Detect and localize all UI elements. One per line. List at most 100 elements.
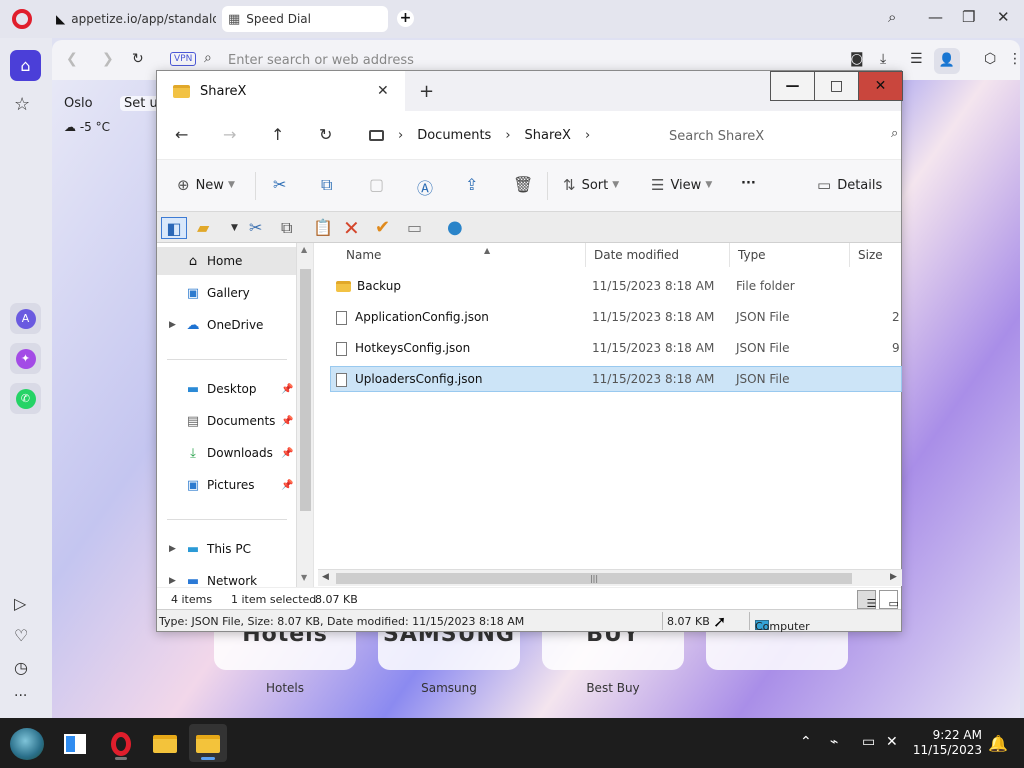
pin-icon[interactable]: 📌 [281,448,293,459]
download-icon[interactable]: ⤓ [880,51,886,67]
more-options-button[interactable]: ··· [741,176,756,191]
back-icon[interactable]: ❮ [66,51,78,67]
dropdown-arrow-icon[interactable]: ▼ [231,217,238,239]
nav-item-gallery[interactable]: ▣ Gallery [157,279,297,307]
scroll-up-icon[interactable]: ▲ [301,245,307,254]
pin-icon[interactable]: 📌 [281,416,293,427]
nav-item-documents[interactable]: ▤ Documents 📌 [157,407,297,435]
search-input[interactable] [659,123,899,149]
aria-button[interactable]: A [10,303,41,334]
heart-icon[interactable]: ♡ [14,626,28,645]
delete-icon[interactable]: 🗑 [513,175,533,194]
taskbar-file-explorer[interactable] [189,724,227,762]
folder-check-icon[interactable]: ▰ [197,217,209,239]
clipboard-icon[interactable]: 📋 [313,217,333,239]
taskbar-widgets[interactable] [56,724,94,762]
details-view-button[interactable]: ☰ [857,590,876,610]
profile-button[interactable]: 👤 [934,48,960,74]
new-button[interactable]: ⊕ New ▼ [177,176,235,194]
taskbar-file-explorer-pinned[interactable] [146,724,184,762]
forward-icon[interactable]: ❯ [102,51,114,67]
dial-tile-blank[interactable] [706,628,848,670]
navigation-pane-icon[interactable]: ◧ [161,217,187,239]
restore-icon[interactable]: ❐ [962,8,975,26]
up-arrow-icon[interactable]: ↑ [271,125,284,144]
table-row-selected[interactable]: UploadersConfig.json 11/15/2023 8:18 AM … [330,366,902,392]
history-icon[interactable]: ◷ [14,658,28,677]
taskbar-opera[interactable] [102,724,140,762]
scroll-left-icon[interactable]: ◀ [322,572,329,582]
nav-pane-scrollbar[interactable]: ▲ ▼ [296,243,313,587]
sort-button[interactable]: ⇅ Sort ▼ [563,176,619,194]
new-tab-button[interactable]: + [397,10,414,27]
scroll-right-icon[interactable]: ▶ [890,572,897,582]
horizontal-scrollbar[interactable]: ◀ ||| ▶ [318,569,902,586]
explorer-tab[interactable]: ShareX ✕ [157,71,405,111]
volume-muted-icon[interactable]: ✕ [886,734,898,750]
camera-icon[interactable]: ◙ [850,51,864,67]
chevron-right-icon[interactable]: › [505,128,510,143]
details-button[interactable]: ▭ Details [817,176,882,194]
more-icon[interactable]: ··· [14,688,27,704]
network-off-icon[interactable]: ⌁ [830,734,838,750]
breadcrumb[interactable]: › Documents › ShareX › [355,119,655,151]
properties-icon[interactable]: ▭ [407,217,422,239]
nav-item-network[interactable]: ▶ ▬ Network [157,567,297,588]
tab-speed-dial[interactable]: ▦ Speed Dial [222,6,388,32]
player-icon[interactable]: ▷ [14,594,26,613]
checkmark-icon[interactable]: ✔ [375,217,390,239]
scissors-icon[interactable]: ✂ [249,217,262,239]
view-button[interactable]: ☰ View ▼ [651,176,712,194]
paste-icon[interactable]: ▢ [369,175,384,194]
opera-logo-icon[interactable] [12,9,32,29]
scroll-down-icon[interactable]: ▼ [301,573,307,582]
messenger-button[interactable]: ✦ [10,343,41,374]
reload-icon[interactable]: ↻ [132,51,144,67]
nav-item-onedrive[interactable]: ▶ ☁ OneDrive [157,311,297,339]
column-header-date[interactable]: Date modified [588,243,730,267]
cut-icon[interactable]: ✂ [273,175,286,194]
home-icon[interactable]: ⌂ [10,50,41,81]
start-button[interactable] [10,728,44,760]
table-row[interactable]: ApplicationConfig.json 11/15/2023 8:18 A… [330,304,902,330]
chevron-right-icon[interactable]: › [585,128,590,143]
share-icon[interactable]: ⇪ [465,175,478,194]
scrollbar-thumb[interactable] [300,269,311,511]
back-arrow-icon[interactable]: ← [175,125,188,144]
close-icon[interactable]: ✕ [997,8,1010,26]
column-header-name[interactable]: ▲ Name [340,243,586,267]
display-icon[interactable]: ▭ [862,734,875,750]
delete-x-icon[interactable]: ✕ [343,217,360,239]
chevron-right-icon[interactable]: ▶ [169,576,176,586]
table-row[interactable]: HotkeysConfig.json 11/15/2023 8:18 AM JS… [330,335,902,361]
globe-icon[interactable]: ● [447,217,463,239]
clock[interactable]: 9:22 AM 11/15/2023 [906,728,982,758]
menu-dots-icon[interactable]: ⋮ [1008,51,1022,67]
dial-label[interactable]: Samsung [378,681,520,695]
settings-sliders-icon[interactable]: ☰ [910,51,923,67]
tab-appetize[interactable]: ◣ appetize.io/app/standalo [56,6,216,32]
nav-item-home[interactable]: ⌂ Home [157,247,297,275]
minimize-icon[interactable]: — [928,8,943,26]
nav-item-pictures[interactable]: ▣ Pictures 📌 [157,471,297,499]
chevron-right-icon[interactable]: ▶ [169,320,176,330]
column-header-size[interactable]: Size [852,243,902,267]
nav-item-desktop[interactable]: ▬ Desktop 📌 [157,375,297,403]
star-icon[interactable]: ☆ [14,94,30,115]
tiles-view-button[interactable]: ▭ [879,590,899,610]
chevron-right-icon[interactable]: › [398,128,403,143]
maximize-button[interactable]: □ [814,71,859,101]
table-row[interactable]: Backup 11/15/2023 8:18 AM File folder [330,273,902,299]
notification-bell-icon[interactable]: 🔔 [988,734,1008,753]
dial-tile-hotels[interactable]: Hotels [214,628,356,670]
refresh-icon[interactable]: ↻ [319,125,332,144]
pin-icon[interactable]: 📌 [281,480,293,491]
forward-arrow-icon[interactable]: → [223,125,236,144]
nav-item-downloads[interactable]: ⤓ Downloads 📌 [157,439,297,467]
rename-icon[interactable]: Ⓐ [417,175,433,199]
breadcrumb-sharex[interactable]: ShareX [525,128,571,143]
address-input[interactable] [228,50,628,70]
scrollbar-thumb[interactable]: ||| [336,573,852,584]
search-tabs-icon[interactable]: ⌕ [888,8,896,26]
nav-item-this-pc[interactable]: ▶ ▬ This PC [157,535,297,563]
